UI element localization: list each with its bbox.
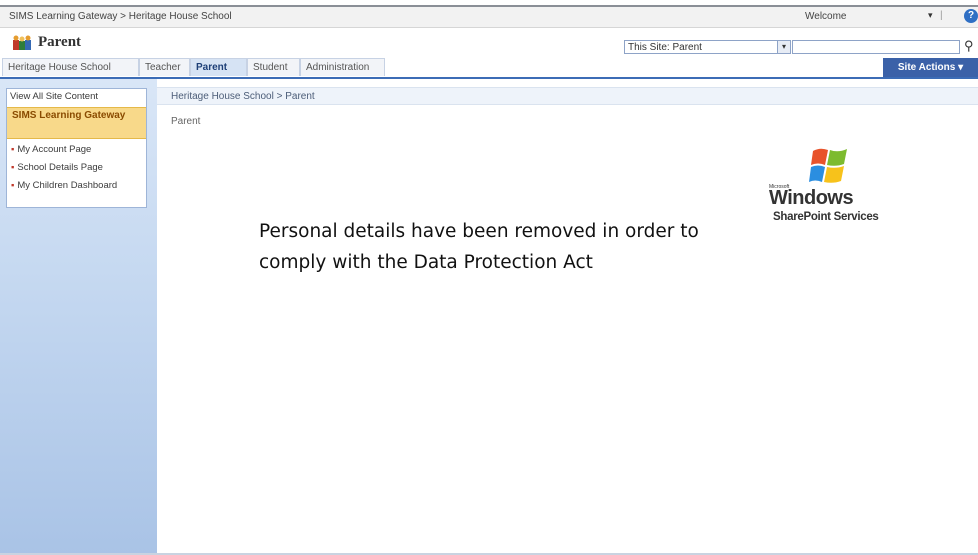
bullet-icon: ▪ (11, 162, 15, 173)
nav-heading[interactable]: SIMS Learning Gateway (7, 107, 146, 139)
page-title: Parent (171, 116, 201, 127)
logo-product-name: SharePoint Services (773, 211, 879, 223)
tab-heritage-house-school[interactable]: Heritage House School (2, 58, 139, 76)
redaction-notice: Personal details have been removed in or… (259, 221, 699, 273)
chevron-down-icon[interactable]: ▾ (777, 40, 791, 54)
nav-heading-label: SIMS Learning Gateway (12, 110, 126, 121)
welcome-menu[interactable]: Welcome (805, 11, 847, 22)
windows-flag-icon (809, 148, 847, 183)
tab-teacher[interactable]: Teacher (139, 58, 190, 76)
search-input[interactable] (792, 40, 960, 54)
quick-launch-panel: View All Site Content SIMS Learning Gate… (6, 88, 147, 208)
page-breadcrumb[interactable]: Heritage House School > Parent (171, 91, 315, 102)
search-icon[interactable]: ⚲ (964, 38, 974, 54)
site-actions-menu[interactable]: Site Actions ▾ (883, 58, 978, 77)
tab-parent[interactable]: Parent (190, 58, 247, 76)
bullet-icon: ▪ (11, 180, 15, 191)
main-content: Heritage House School > Parent Parent Pe… (157, 79, 978, 555)
site-title[interactable]: Parent (38, 34, 81, 51)
nav-item-my-account[interactable]: ▪ My Account Page (11, 144, 91, 155)
site-title-row: Parent This Site: Parent ▾ ⚲ (0, 28, 978, 58)
page-breadcrumb-bar: Heritage House School > Parent (157, 87, 978, 105)
nav-item-label: School Details Page (17, 162, 103, 173)
top-nav-tabs: Heritage House School Teacher Parent Stu… (0, 58, 978, 79)
nav-item-school-details[interactable]: ▪ School Details Page (11, 162, 103, 173)
tab-administration[interactable]: Administration (300, 58, 385, 76)
search-scope-select[interactable]: This Site: Parent (624, 40, 778, 54)
global-breadcrumb[interactable]: SIMS Learning Gateway > Heritage House S… (9, 11, 232, 22)
logo-windows: Windows (769, 187, 854, 209)
tab-student[interactable]: Student (247, 58, 300, 76)
divider: | (940, 10, 943, 21)
view-all-site-content-link[interactable]: View All Site Content (10, 91, 98, 102)
quick-launch: View All Site Content SIMS Learning Gate… (0, 79, 157, 555)
window-top-edge (0, 0, 978, 7)
nav-item-label: My Children Dashboard (17, 180, 118, 191)
site-people-icon (13, 35, 31, 50)
help-icon[interactable]: ? (964, 9, 978, 23)
windows-sharepoint-logo: Microsoft Windows SharePoint Services (769, 147, 911, 227)
global-nav-bar: SIMS Learning Gateway > Heritage House S… (0, 7, 978, 28)
nav-item-my-children-dashboard[interactable]: ▪ My Children Dashboard (11, 180, 117, 191)
chevron-down-icon[interactable]: ▾ (928, 10, 933, 21)
bullet-icon: ▪ (11, 144, 15, 155)
nav-item-label: My Account Page (17, 144, 92, 155)
